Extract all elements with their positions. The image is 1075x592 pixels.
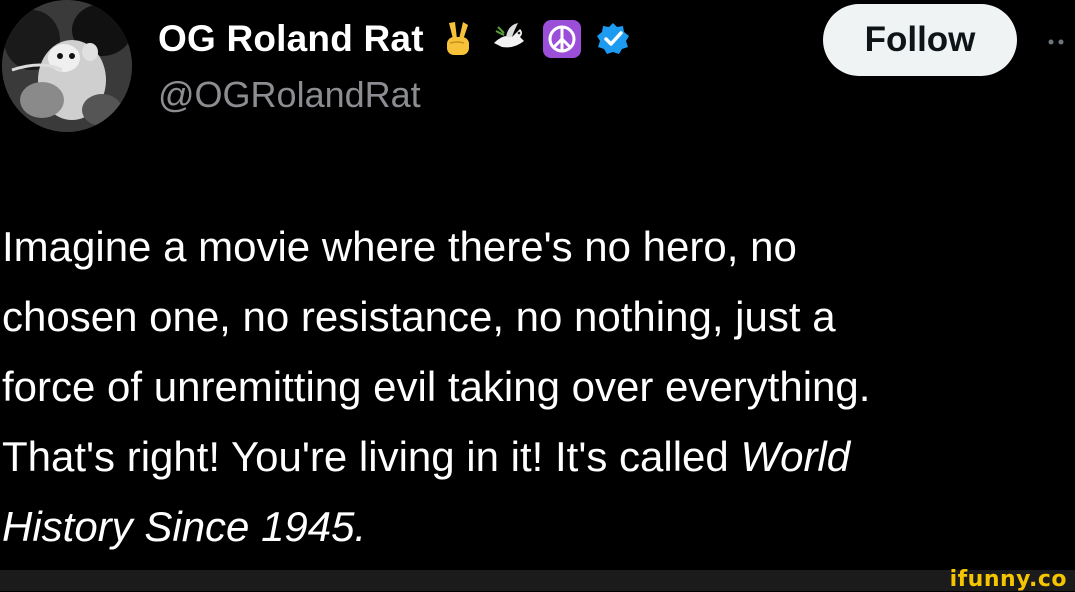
avatar[interactable]: [2, 0, 132, 132]
victory-hand-icon: [438, 19, 476, 59]
tweet-card: OG Roland Rat @OGRolandRat Follow Imagin…: [0, 0, 1075, 570]
author-name-row: OG Roland Rat: [158, 14, 632, 64]
tweet-line: That's right! You're living in it! It's …: [2, 422, 1075, 492]
dove-icon: [490, 19, 528, 59]
tweet-line: chosen one, no resistance, no nothing, j…: [2, 293, 836, 340]
verified-badge-icon: [594, 19, 632, 59]
tweet-line: History Since 1945.: [2, 492, 1075, 562]
tweet-text: Imagine a movie where there's no hero, n…: [2, 212, 1075, 562]
ifunny-watermark: ifunny.co: [949, 567, 1067, 592]
tweet-line-plain: That's right! You're living in it! It's …: [2, 433, 741, 480]
peace-symbol-icon: [542, 19, 581, 59]
tweet-line: force of unremitting evil taking over ev…: [2, 363, 871, 410]
watermark-bar: [0, 570, 1075, 591]
tweet-italic-title: History Since 1945.: [2, 503, 367, 550]
author-display-name[interactable]: OG Roland Rat: [158, 18, 424, 60]
follow-button[interactable]: Follow: [823, 4, 1017, 76]
author-handle[interactable]: @OGRolandRat: [158, 74, 421, 116]
tweet-italic-title: World: [740, 433, 851, 480]
more-options-icon[interactable]: [1047, 34, 1075, 45]
tweet-line: Imagine a movie where there's no hero, n…: [2, 223, 797, 270]
